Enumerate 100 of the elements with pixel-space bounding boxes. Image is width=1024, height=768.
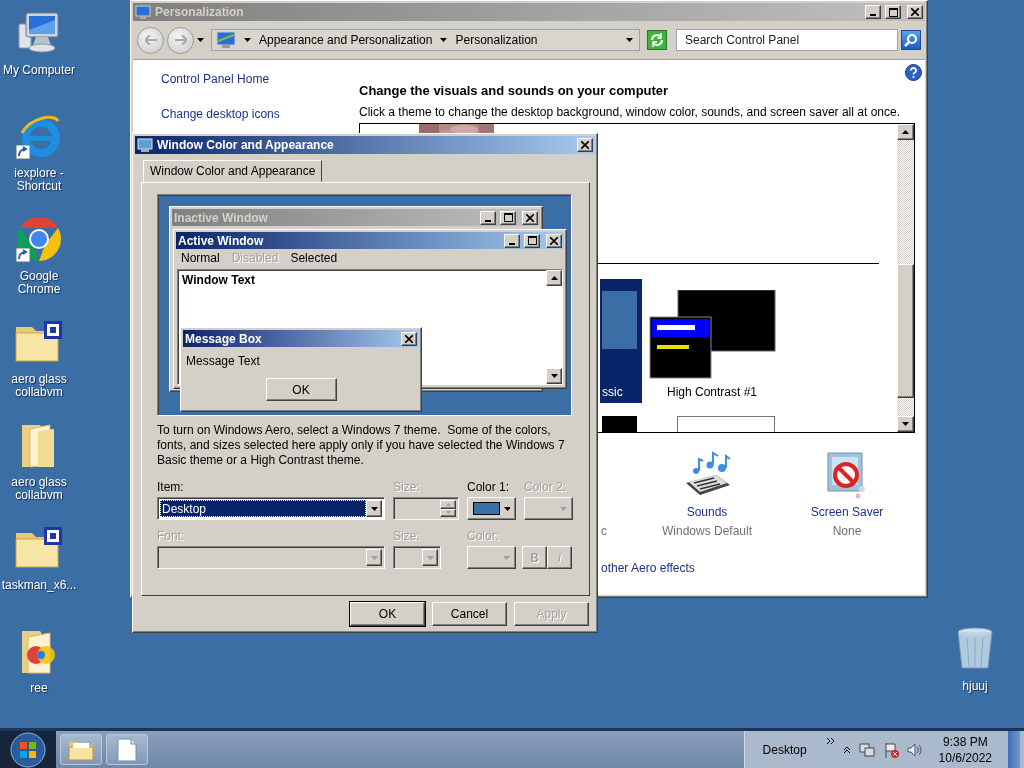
sidebar-link[interactable]: Control Panel Home	[161, 72, 270, 86]
speaker-icon[interactable]	[906, 741, 923, 758]
close-button[interactable]	[522, 210, 538, 225]
caret-icon	[560, 506, 567, 511]
toolbar-label[interactable]: Desktop	[762, 742, 807, 757]
scroll-up-button[interactable]	[897, 124, 914, 140]
scroll-up-button[interactable]	[546, 270, 562, 286]
scroll-down-button[interactable]	[897, 416, 914, 432]
close-icon	[911, 8, 919, 16]
minimize-button[interactable]	[865, 5, 881, 19]
dropdown-arrow-icon	[370, 555, 378, 560]
caret-icon	[503, 506, 510, 511]
maximize-button[interactable]	[524, 233, 540, 248]
folder-icon	[14, 525, 64, 571]
setting-value: c	[601, 524, 607, 538]
monitor-icon	[135, 5, 151, 19]
chevron-up-icon[interactable]	[842, 745, 851, 754]
refresh-button[interactable]	[647, 30, 667, 50]
folder-icon	[14, 319, 64, 365]
item-dropdown[interactable]: Desktop	[157, 497, 385, 520]
minimize-button[interactable]	[504, 233, 520, 248]
description-text: Click a theme to change the desktop background, window color, sounds, and screen saver all at once.	[359, 105, 901, 119]
theme-tile[interactable]: ssic	[600, 279, 642, 403]
info-text: To turn on Windows Aero, select a Windows 7 theme. Some of the colors, fonts, and sizes selected here apply only if you have selected the Windows 7 Basic theme or a High Contrast theme.	[157, 423, 566, 468]
close-icon	[581, 141, 589, 149]
sidebar-link[interactable]: Change desktop icons	[161, 107, 280, 121]
window-title: Window Color and Appearance	[157, 138, 335, 152]
window-text: Window Text	[181, 272, 256, 289]
monitor-icon	[137, 138, 153, 152]
close-icon	[550, 236, 558, 245]
window-title: Personalization	[155, 5, 245, 19]
network-icon[interactable]	[858, 741, 875, 758]
refresh-icon	[650, 33, 664, 47]
search-button[interactable]	[901, 30, 921, 50]
menu-item[interactable]: Selected	[290, 251, 338, 265]
desktop-icon-label[interactable]: ree	[0, 682, 78, 695]
field-label: Color 1:	[467, 480, 511, 494]
maximize-button[interactable]	[500, 210, 516, 225]
theme-name: ssic	[601, 385, 623, 399]
breadcrumb[interactable]: Appearance and Personalization	[259, 33, 433, 47]
taskbar-button[interactable]	[106, 734, 148, 765]
caret-icon	[244, 38, 251, 42]
desktop-icon-label[interactable]: Google Chrome	[0, 270, 78, 296]
scroll-thumb[interactable]	[897, 264, 914, 398]
scroll-down-button[interactable]	[546, 368, 562, 384]
help-icon[interactable]	[905, 64, 922, 81]
search-field[interactable]: Search Control Panel	[676, 29, 898, 51]
scrollbar[interactable]	[897, 124, 914, 432]
document-icon	[117, 737, 137, 762]
breadcrumb[interactable]: Personalization	[455, 33, 538, 47]
minimize-button[interactable]	[480, 210, 496, 225]
aero-settings-link[interactable]: other Aero effects	[601, 561, 695, 575]
caret-icon	[440, 38, 448, 42]
setting-link[interactable]: Sounds	[686, 505, 728, 519]
maximize-icon	[888, 7, 898, 17]
color-picker-button[interactable]	[467, 497, 516, 520]
minimize-icon	[870, 14, 876, 16]
forward-arrow-icon	[174, 35, 187, 45]
close-button[interactable]	[577, 138, 593, 152]
setting-link[interactable]: Screen Saver	[810, 505, 884, 519]
maximize-icon	[503, 213, 513, 222]
close-icon	[405, 334, 413, 343]
trash-icon	[955, 626, 995, 672]
dialog-button[interactable]: Cancel	[432, 602, 507, 626]
flag-icon[interactable]	[882, 741, 899, 758]
dropdown-arrow-icon	[370, 506, 378, 511]
desktop-icon-label[interactable]: taskman_x6...	[0, 579, 78, 592]
down-arrow-icon	[902, 422, 909, 426]
monitor-icon	[216, 31, 236, 49]
search-icon	[904, 33, 918, 47]
dialog-button[interactable]: OK	[350, 602, 425, 626]
desktop-icon-label[interactable]: aero glass collabvm	[0, 373, 78, 399]
close-button[interactable]	[907, 5, 923, 19]
setting-value: None	[832, 524, 862, 538]
tab[interactable]: Window Color and Appearance	[143, 160, 323, 182]
start-orb-icon	[10, 731, 46, 768]
double-chevron-icon[interactable]	[826, 737, 835, 745]
section-heading: Change the visuals and sounds on your computer	[359, 83, 670, 98]
ok-button[interactable]: OK	[265, 378, 337, 401]
message-text: Message Text	[185, 353, 261, 368]
menu-item[interactable]: Normal	[181, 251, 220, 265]
maximize-button[interactable]	[885, 5, 901, 19]
browser-icon	[15, 215, 63, 263]
back-arrow-icon	[144, 35, 157, 45]
address-bar[interactable]: Appearance and Personalization Personalization	[211, 29, 640, 51]
minimize-icon	[509, 242, 515, 245]
setting-value: Windows Default	[661, 524, 752, 538]
desktop-icon-label[interactable]: iexplore - Shortcut	[0, 167, 78, 193]
desktop-icon-label[interactable]: aero glass collabvm	[0, 476, 78, 502]
dropdown-caret-icon	[626, 38, 633, 42]
clock[interactable]: 9:38 PM 10/6/2022	[930, 733, 1000, 766]
up-arrow-icon	[445, 502, 451, 506]
desktop-icon-label[interactable]: hjuuj	[936, 680, 1014, 693]
taskbar-button[interactable]	[60, 734, 102, 765]
dropdown-arrow-icon	[426, 555, 434, 560]
close-button[interactable]	[546, 233, 562, 248]
desktop-icon-label[interactable]: My Computer	[0, 64, 78, 77]
close-button[interactable]	[401, 331, 417, 346]
start-button[interactable]	[0, 731, 56, 768]
close-icon	[526, 213, 534, 222]
